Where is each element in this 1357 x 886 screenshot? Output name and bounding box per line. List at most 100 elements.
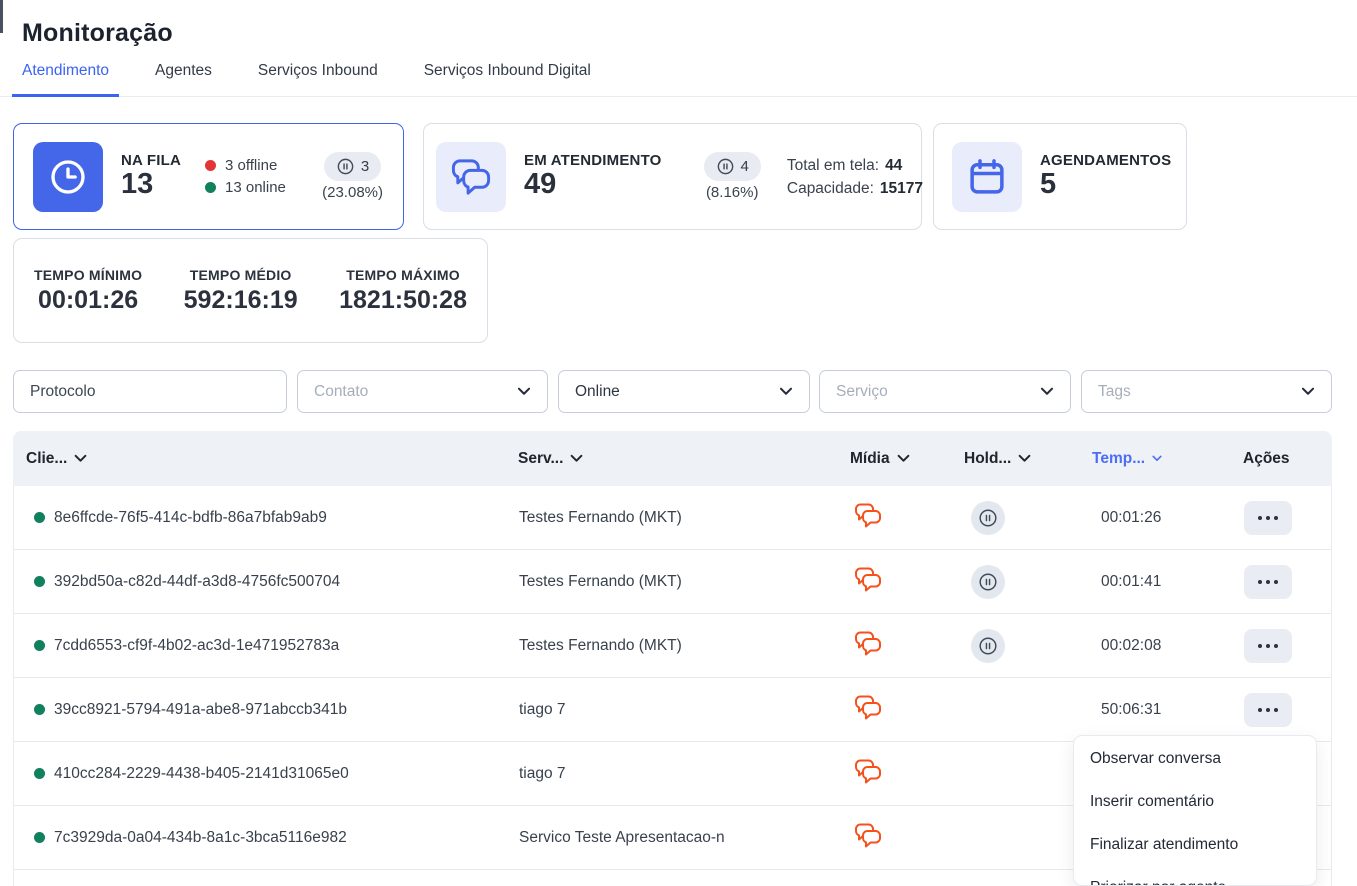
status-selected-value: Online	[575, 383, 620, 401]
row-actions-button[interactable]	[1244, 565, 1292, 599]
agendamentos-label: AGENDAMENTOS	[1040, 152, 1171, 169]
online-status-dot	[34, 832, 45, 843]
calendar-icon	[952, 142, 1022, 212]
queue-status: 3 offline 13 online	[205, 155, 286, 199]
servico-name: Testes Fernando (MKT)	[519, 509, 851, 527]
online-status-dot	[34, 576, 45, 587]
tempo-medio-value: 592:16:19	[184, 286, 298, 315]
chevron-down-icon	[517, 387, 531, 396]
row-actions-button[interactable]	[1244, 693, 1292, 727]
table-row[interactable]: 39cc8921-5794-491a-abe8-971abccb341b tia…	[13, 678, 1332, 742]
tags-placeholder: Tags	[1098, 383, 1131, 401]
na-fila-label: NA FILA	[121, 152, 181, 169]
servico-name: tiago 7	[519, 701, 851, 719]
tempo-medio: TEMPO MÉDIO 592:16:19	[184, 267, 298, 315]
chevron-down-icon	[1152, 455, 1162, 462]
tempo-minimo: TEMPO MÍNIMO 00:01:26	[34, 267, 142, 315]
cliente-id: 7c3929da-0a04-434b-8a1c-3bca5116e982	[54, 829, 347, 847]
header-midia[interactable]: Mídia	[850, 450, 964, 468]
chevron-down-icon	[779, 387, 793, 396]
tab-bar: Atendimento Agentes Serviços Inbound Ser…	[0, 51, 1357, 97]
na-fila-paused-count: 3	[361, 158, 369, 175]
tempo-medio-label: TEMPO MÉDIO	[184, 267, 298, 283]
tab-agentes[interactable]: Agentes	[145, 51, 222, 97]
chat-media-icon	[853, 822, 883, 854]
header-hold[interactable]: Hold...	[964, 450, 1092, 468]
protocolo-input[interactable]	[14, 371, 286, 412]
hold-pause-icon	[971, 629, 1005, 663]
status-select[interactable]: Online	[558, 370, 810, 413]
contato-select[interactable]: Contato	[297, 370, 548, 413]
na-fila-value: 13	[121, 169, 181, 201]
tempo-value: 50:06:31	[1093, 701, 1244, 719]
servico-name: Testes Fernando (MKT)	[519, 573, 851, 591]
tab-atendimento[interactable]: Atendimento	[12, 51, 119, 97]
table-row[interactable]: 8e6ffcde-76f5-414c-bdfb-86a7bfab9ab9 Tes…	[13, 486, 1332, 550]
chevron-down-icon	[897, 454, 910, 463]
chat-media-icon	[853, 630, 883, 662]
menu-item-observar-conversa[interactable]: Observar conversa	[1074, 741, 1316, 776]
menu-item-inserir-comentario[interactable]: Inserir comentário	[1074, 784, 1316, 819]
chat-bubbles-icon	[436, 142, 506, 212]
card-em-atendimento[interactable]: EM ATENDIMENTO 49 4 (8.16%) Total em tel…	[423, 123, 922, 230]
tempo-minimo-label: TEMPO MÍNIMO	[34, 267, 142, 283]
na-fila-paused-pct: (23.08%)	[322, 184, 383, 201]
cliente-id: 410cc284-2229-4438-b405-2141d31065e0	[54, 765, 349, 783]
row-actions-context-menu: Observar conversa Inserir comentário Fin…	[1073, 735, 1317, 886]
online-status-dot	[34, 768, 45, 779]
offline-count: 3 offline	[225, 155, 277, 177]
servico-name: Servico Teste Apresentacao-n	[519, 829, 851, 847]
online-status-dot	[34, 640, 45, 651]
em-atendimento-paused-count: 4	[741, 158, 749, 175]
table-row[interactable]: 392bd50a-c82d-44df-a3d8-4756fc500704 Tes…	[13, 550, 1332, 614]
card-tempos: TEMPO MÍNIMO 00:01:26 TEMPO MÉDIO 592:16…	[13, 238, 488, 343]
total-em-tela-label: Total em tela:	[787, 157, 879, 174]
page-title: Monitoração	[22, 19, 173, 48]
header-tempo-sorted[interactable]: Temp...	[1092, 450, 1243, 468]
cliente-id: 8e6ffcde-76f5-414c-bdfb-86a7bfab9ab9	[54, 509, 327, 527]
servico-placeholder: Serviço	[836, 383, 888, 401]
tab-servicos-inbound-digital[interactable]: Serviços Inbound Digital	[414, 51, 601, 97]
agendamentos-value: 5	[1040, 169, 1171, 201]
row-actions-button[interactable]	[1244, 501, 1292, 535]
chat-media-icon	[853, 694, 883, 726]
tempo-maximo: TEMPO MÁXIMO 1821:50:28	[339, 267, 467, 315]
menu-item-priorizar-por-agente[interactable]: Priorizar por agente	[1074, 870, 1316, 886]
protocolo-input-wrapper	[13, 370, 287, 413]
cliente-id: 392bd50a-c82d-44df-a3d8-4756fc500704	[54, 573, 340, 591]
row-actions-button[interactable]	[1244, 629, 1292, 663]
chevron-down-icon	[1301, 387, 1315, 396]
tempo-value: 00:02:08	[1093, 637, 1244, 655]
menu-item-finalizar-atendimento[interactable]: Finalizar atendimento	[1074, 827, 1316, 862]
offline-dot	[205, 160, 216, 171]
online-status-dot	[34, 704, 45, 715]
monitoring-page: Monitoração Atendimento Agentes Serviços…	[0, 0, 1357, 886]
servico-name: Testes Fernando (MKT)	[519, 637, 851, 655]
pause-circle-icon	[336, 157, 355, 176]
cliente-id: 39cc8921-5794-491a-abe8-971abccb341b	[54, 701, 347, 719]
tab-servicos-inbound[interactable]: Serviços Inbound	[248, 51, 388, 97]
table-row[interactable]: 7cdd6553-cf9f-4b02-ac3d-1e471952783a Tes…	[13, 614, 1332, 678]
chevron-down-icon	[1018, 454, 1031, 463]
card-agendamentos[interactable]: AGENDAMENTOS 5	[933, 123, 1187, 230]
contato-placeholder: Contato	[314, 383, 368, 401]
clock-icon	[33, 142, 103, 212]
hold-pause-icon	[971, 565, 1005, 599]
chevron-down-icon	[570, 454, 583, 463]
chevron-down-icon	[74, 454, 87, 463]
online-dot	[205, 182, 216, 193]
tags-select[interactable]: Tags	[1081, 370, 1332, 413]
header-acoes: Ações	[1243, 450, 1332, 468]
header-servico[interactable]: Serv...	[518, 450, 850, 468]
capacidade-label: Capacidade:	[787, 180, 874, 197]
pause-circle-icon	[716, 157, 735, 176]
em-atendimento-label: EM ATENDIMENTO	[524, 152, 662, 169]
servico-select[interactable]: Serviço	[819, 370, 1071, 413]
header-cliente[interactable]: Clie...	[13, 450, 518, 468]
card-na-fila[interactable]: NA FILA 13 3 offline 13 online 3 (23.08%…	[13, 123, 404, 230]
tempo-maximo-label: TEMPO MÁXIMO	[339, 267, 467, 283]
em-atendimento-paused: 4 (8.16%)	[704, 152, 761, 201]
tempo-value: 00:01:26	[1093, 509, 1244, 527]
table-header: Clie... Serv... Mídia Hold... Temp... Aç…	[13, 431, 1332, 486]
online-count: 13 online	[225, 177, 286, 199]
